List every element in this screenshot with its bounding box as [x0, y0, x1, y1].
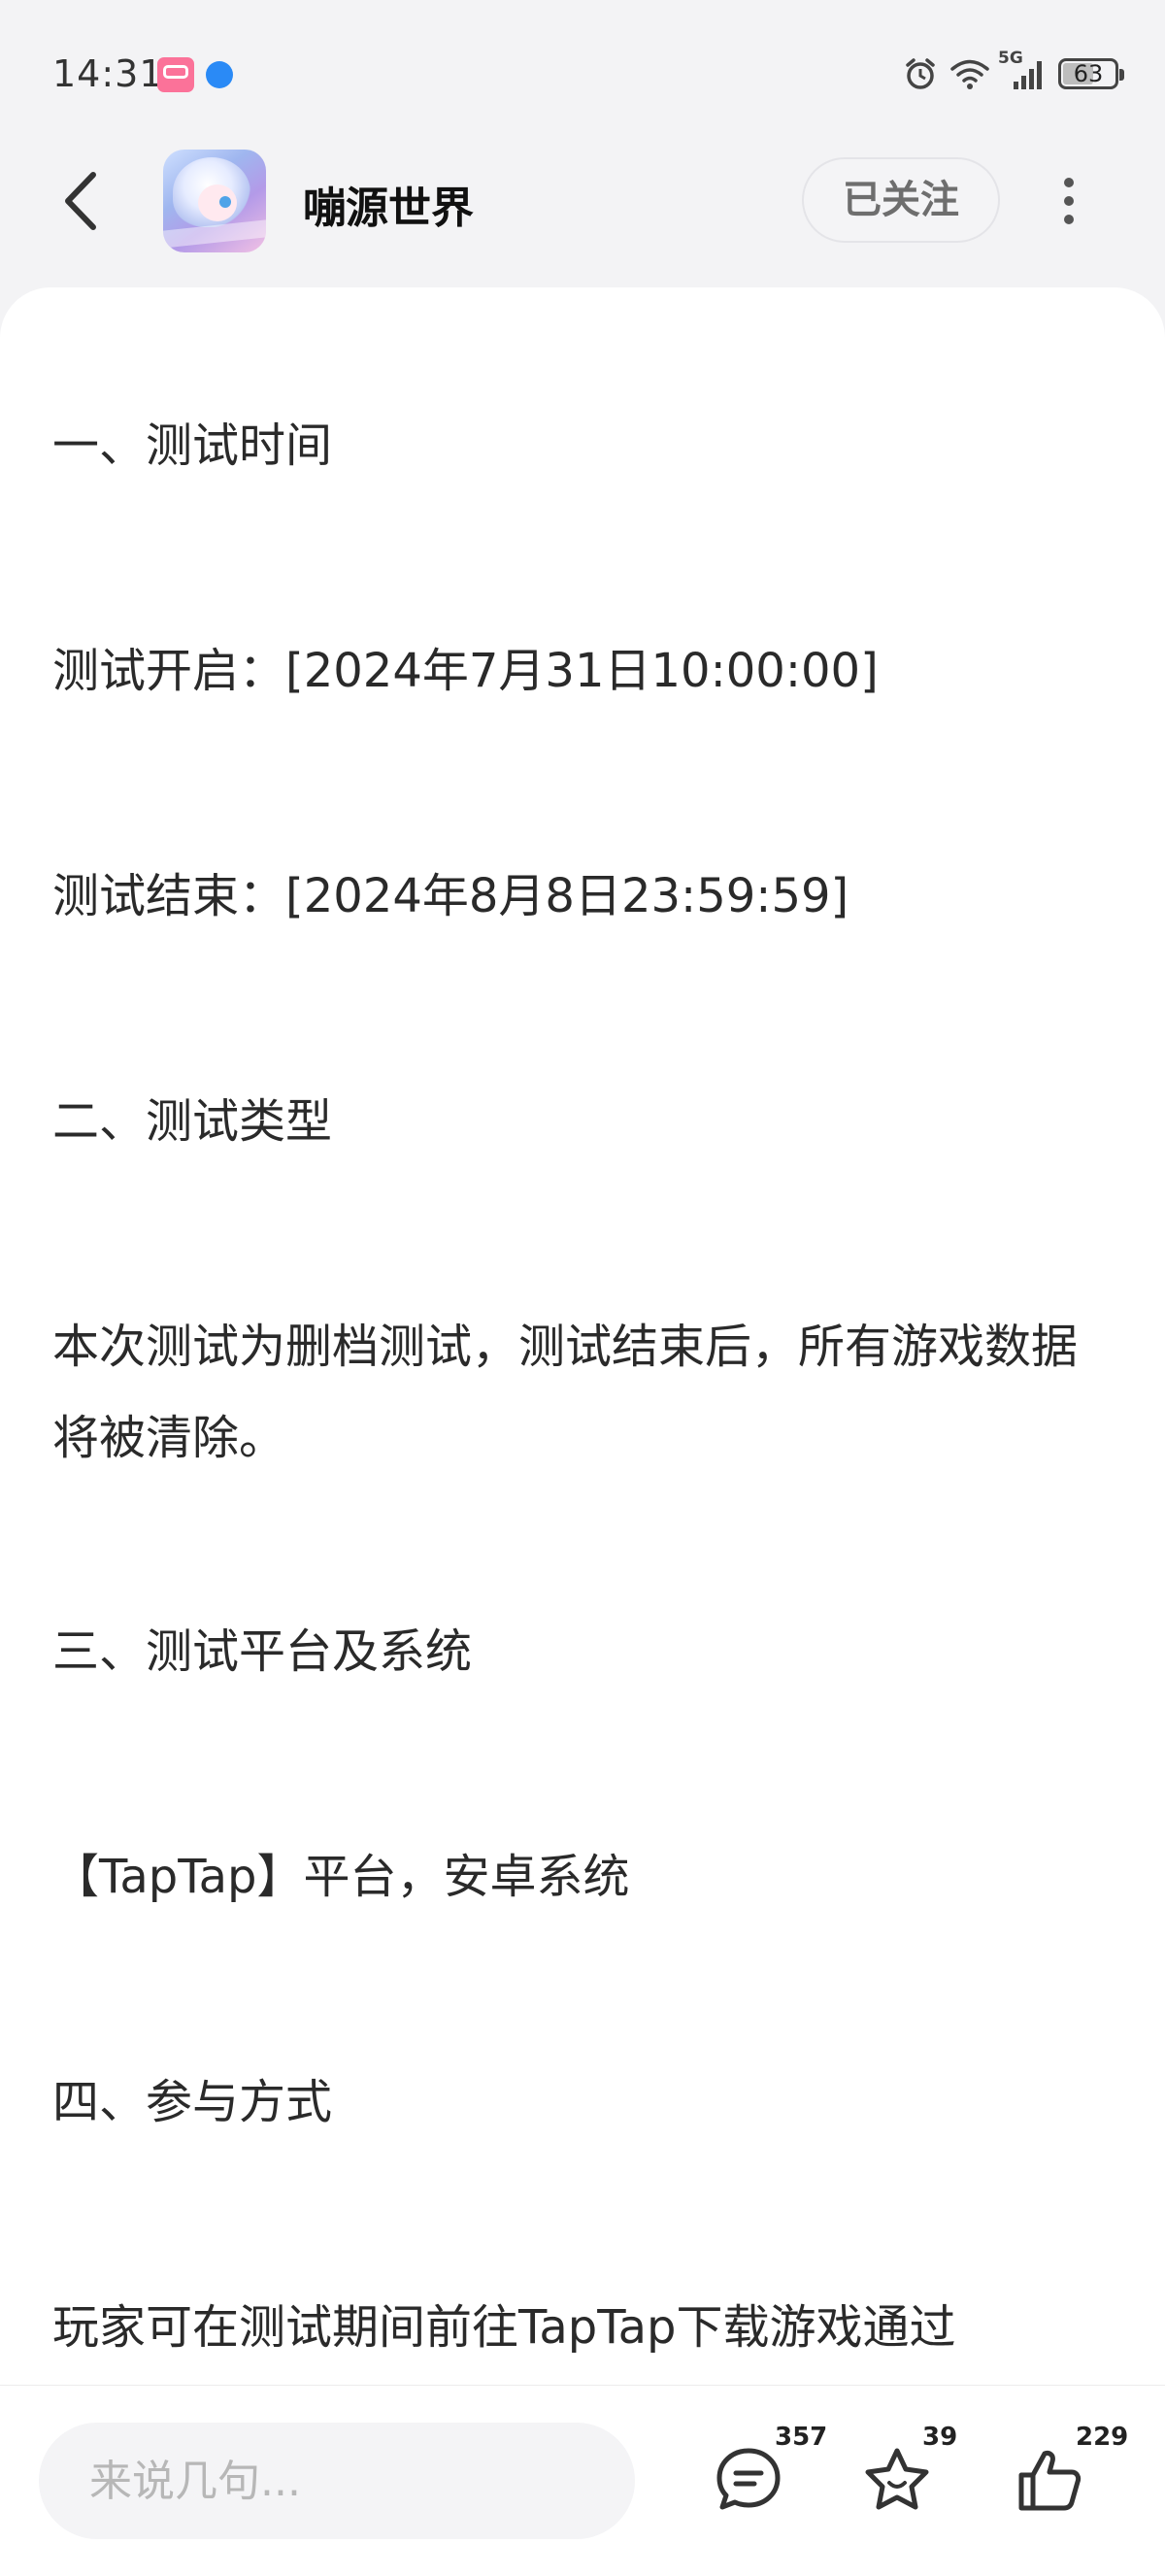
alarm-icon: [903, 56, 938, 91]
back-arrow-icon: [65, 172, 96, 230]
test-type-text: 本次测试为删档测试，测试结束后，所有游戏数据将被清除。: [52, 1320, 1079, 1465]
status-time: 14:31: [52, 52, 164, 95]
back-button[interactable]: [54, 169, 113, 233]
more-options-button[interactable]: [1054, 169, 1083, 233]
game-avatar[interactable]: [163, 150, 266, 252]
article-content: 一、测试时间 测试开启：[2024年7月31日10:00:00] 测试结束：[2…: [0, 287, 1165, 2385]
favorite-button[interactable]: 39: [862, 2423, 979, 2533]
comment-icon: [716, 2448, 781, 2510]
battery-percent: 63: [1073, 60, 1104, 87]
section-heading-time: 一、测试时间: [52, 418, 333, 473]
game-title[interactable]: 嘣源世界: [303, 173, 474, 235]
section-heading-participation: 四、参与方式: [52, 2075, 333, 2129]
favorite-count: 39: [922, 2423, 958, 2452]
bilibili-app-icon: [157, 57, 194, 92]
battery-icon: 63: [1058, 58, 1124, 89]
notification-app-icon: [206, 61, 233, 88]
thumbs-up-icon: [1018, 2450, 1082, 2511]
participation-text: 玩家可在测试期间前往TapTap下载游戏通过: [52, 2300, 956, 2355]
status-bar: 14:31 5G 63: [0, 0, 1165, 146]
like-button[interactable]: 229: [1015, 2423, 1132, 2533]
like-count: 229: [1076, 2423, 1129, 2452]
bottom-action-bar: 357 39 229: [0, 2385, 1165, 2576]
test-end-text: 测试结束：[2024年8月8日23:59:59]: [52, 869, 849, 923]
more-vertical-icon: [1054, 178, 1083, 224]
top-nav-bar: 嘣源世界 已关注: [0, 146, 1165, 262]
platform-text: 【TapTap】平台，安卓系统: [52, 1850, 630, 1904]
cellular-signal-icon: 5G: [998, 49, 1045, 91]
section-heading-platform: 三、测试平台及系统: [52, 1624, 473, 1679]
section-heading-type: 二、测试类型: [52, 1094, 333, 1149]
status-icons: 5G 63: [891, 49, 1124, 93]
star-icon: [865, 2448, 929, 2510]
comment-count: 357: [775, 2423, 828, 2452]
comment-input[interactable]: [39, 2423, 635, 2539]
test-start-text: 测试开启：[2024年7月31日10:00:00]: [52, 644, 879, 698]
follow-button[interactable]: 已关注: [802, 157, 1000, 243]
comment-button[interactable]: 357: [715, 2423, 831, 2533]
wifi-icon: [949, 56, 990, 91]
